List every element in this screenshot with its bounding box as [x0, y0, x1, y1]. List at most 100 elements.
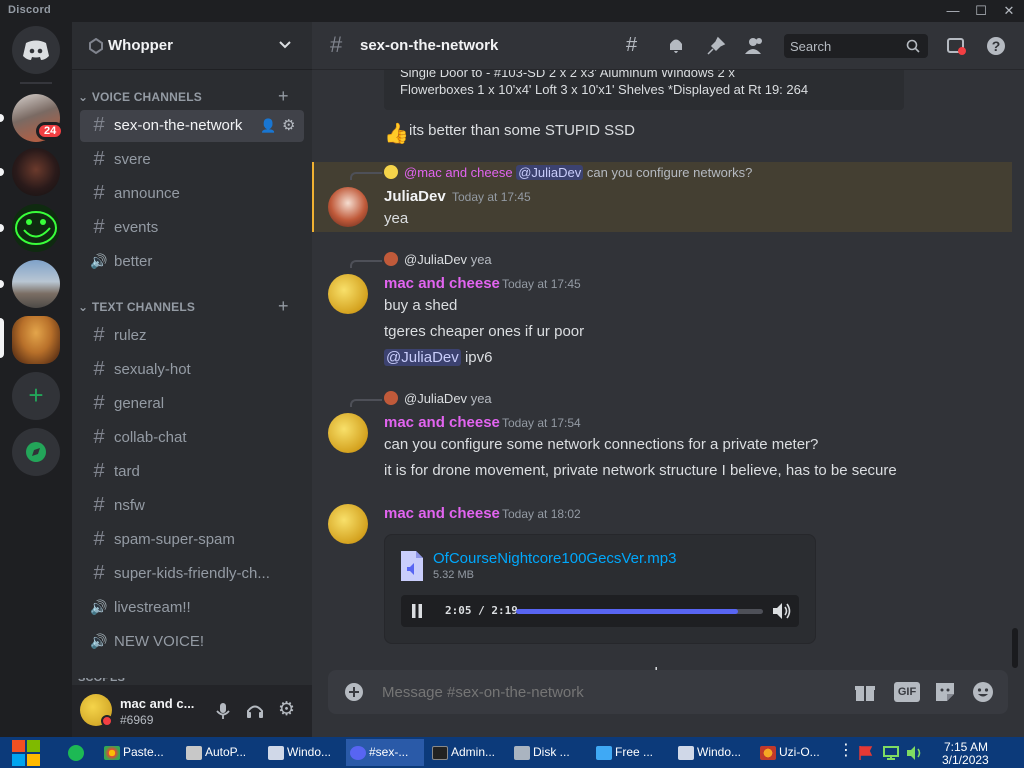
add-channel-icon[interactable]: + [278, 86, 289, 107]
channel-general[interactable]: # general [80, 388, 304, 420]
channel-livestream[interactable]: 🔊 livestream!! [80, 592, 304, 624]
gif-button[interactable]: GIF [894, 682, 920, 702]
gear-icon[interactable]: ⚙ [282, 116, 295, 134]
taskbar-label: Admin... [451, 745, 496, 759]
author-name[interactable]: mac and cheese [384, 275, 500, 292]
headphones-icon[interactable] [246, 702, 264, 720]
settings-gear-icon[interactable]: ⚙ [278, 698, 295, 721]
username[interactable]: mac and c... [120, 696, 194, 711]
server-icon-building[interactable] [12, 260, 60, 308]
taskbar-item-autop[interactable]: AutoP... [182, 739, 260, 766]
taskbar-item-free[interactable]: Free ... [592, 739, 670, 766]
message-text: @JuliaDev ipv6 [384, 349, 492, 366]
hashtag-icon: # [330, 32, 343, 57]
channel-collab-chat[interactable]: # collab-chat [80, 422, 304, 454]
taskbar-item-disk[interactable]: Disk ... [510, 739, 588, 766]
channel-new-voice[interactable]: 🔊 NEW VOICE! [80, 626, 304, 658]
reply-preview[interactable]: @JuliaDev yea [404, 252, 492, 267]
microphone-icon[interactable] [216, 702, 230, 720]
inbox-icon[interactable] [946, 36, 966, 56]
timestamp: Today at 17:54 [502, 416, 581, 430]
network-icon[interactable] [882, 745, 900, 761]
taskbar-item-discord[interactable]: #sex-... [346, 739, 424, 766]
channel-sex-on-the-network[interactable]: # sex-on-the-network 👤 ⚙ [80, 110, 304, 142]
invite-icon[interactable]: 👤 [260, 118, 276, 134]
flag-icon[interactable] [858, 745, 874, 761]
volume-tray-icon[interactable] [906, 745, 924, 761]
window-icon [678, 745, 694, 760]
pause-icon[interactable] [409, 603, 425, 619]
channel-rulez[interactable]: # rulez [80, 320, 304, 352]
message-text: tgeres cheaper ones if ur poor [384, 323, 585, 340]
help-icon[interactable]: ? [986, 36, 1006, 56]
message-input[interactable] [382, 680, 822, 704]
taskbar-item-windo[interactable]: Windo... [264, 739, 342, 766]
scrollbar-thumb[interactable] [1012, 628, 1018, 668]
gift-icon[interactable] [854, 682, 876, 702]
minimize-button[interactable]: — [940, 2, 966, 20]
server-icon-whopper[interactable] [12, 316, 60, 364]
server-header[interactable]: Whopper [72, 22, 312, 70]
emoji-icon[interactable] [972, 681, 994, 703]
spotify-icon[interactable] [68, 745, 84, 761]
threads-icon[interactable]: # [626, 34, 637, 57]
channel-tard[interactable]: # tard [80, 456, 304, 488]
message-text: it is for drone movement, private networ… [384, 462, 897, 479]
reply-preview[interactable]: @mac and cheese @JuliaDev can you config… [404, 165, 752, 180]
channel-header: # sex-on-the-network # Search ? [312, 22, 1024, 70]
channel-events[interactable]: # events [80, 212, 304, 244]
message-text: its better than some STUPID SSD [409, 122, 635, 139]
category-voice[interactable]: ⌄ VOICE CHANNELS + [78, 86, 289, 106]
time-display: 2:05 / 2:19 [445, 604, 518, 617]
file-link[interactable]: OfCourseNightcore100GecsVer.mp3 [433, 550, 676, 567]
reply-author: @JuliaDev [404, 252, 468, 267]
mention[interactable]: @JuliaDev [516, 165, 584, 180]
member-list-icon[interactable] [744, 36, 766, 56]
reply-author: @mac and cheese [404, 165, 513, 180]
clock-time[interactable]: 7:15 AM [944, 740, 988, 754]
sticker-icon[interactable] [934, 681, 956, 703]
author-name[interactable]: mac and cheese [384, 505, 500, 522]
avatar[interactable] [328, 413, 368, 453]
avatar[interactable] [328, 187, 368, 227]
channel-super-kids-friendly[interactable]: # super-kids-friendly-ch... [80, 558, 304, 590]
avatar[interactable] [328, 274, 368, 314]
channel-announce[interactable]: # announce [80, 178, 304, 210]
channel-nsfw[interactable]: # nsfw [80, 490, 304, 522]
channel-spam-super-spam[interactable]: # spam-super-spam [80, 524, 304, 556]
maximize-button[interactable]: ☐ [968, 2, 994, 20]
taskbar-item-admin[interactable]: Admin... [428, 739, 506, 766]
taskbar-item-paste[interactable]: Paste... [100, 739, 178, 766]
windows-start-icon[interactable] [8, 737, 44, 768]
discover-button[interactable] [12, 428, 60, 476]
reply-preview[interactable]: @JuliaDev yea [404, 391, 492, 406]
server-icon-trollface[interactable] [12, 204, 60, 252]
author-name[interactable]: mac and cheese [384, 414, 500, 431]
pin-icon[interactable] [706, 36, 726, 56]
taskbar-label: Uzi-O... [779, 745, 820, 759]
overflow-icon[interactable]: ⋮ [838, 743, 854, 759]
progress-track[interactable] [516, 609, 763, 614]
unread-pill [0, 168, 4, 176]
author-name[interactable]: JuliaDev [384, 188, 446, 205]
add-channel-icon[interactable]: + [278, 296, 289, 317]
clock-date[interactable]: 3/1/2023 [942, 753, 989, 767]
channel-sexualy-hot[interactable]: # sexualy-hot [80, 354, 304, 386]
close-button[interactable]: ✕ [996, 2, 1022, 20]
home-button[interactable] [12, 26, 60, 74]
timestamp: Today at 17:45 [502, 277, 581, 291]
bell-icon[interactable] [666, 36, 686, 56]
server-icon-character[interactable] [12, 148, 60, 196]
channel-svere[interactable]: # svere [80, 144, 304, 176]
channel-label: tard [114, 463, 140, 480]
category-text[interactable]: ⌄ TEXT CHANNELS + [78, 296, 289, 316]
taskbar-item-windo-2[interactable]: Windo... [674, 739, 752, 766]
volume-icon[interactable] [772, 602, 792, 620]
search-box[interactable]: Search [784, 34, 928, 58]
add-attachment-icon[interactable] [344, 682, 364, 702]
add-server-button[interactable]: + [12, 372, 60, 420]
taskbar-item-uzi[interactable]: Uzi-O... [756, 739, 834, 766]
avatar[interactable] [328, 504, 368, 544]
channel-better[interactable]: 🔊 better [80, 246, 304, 278]
mention[interactable]: @JuliaDev [384, 349, 461, 366]
